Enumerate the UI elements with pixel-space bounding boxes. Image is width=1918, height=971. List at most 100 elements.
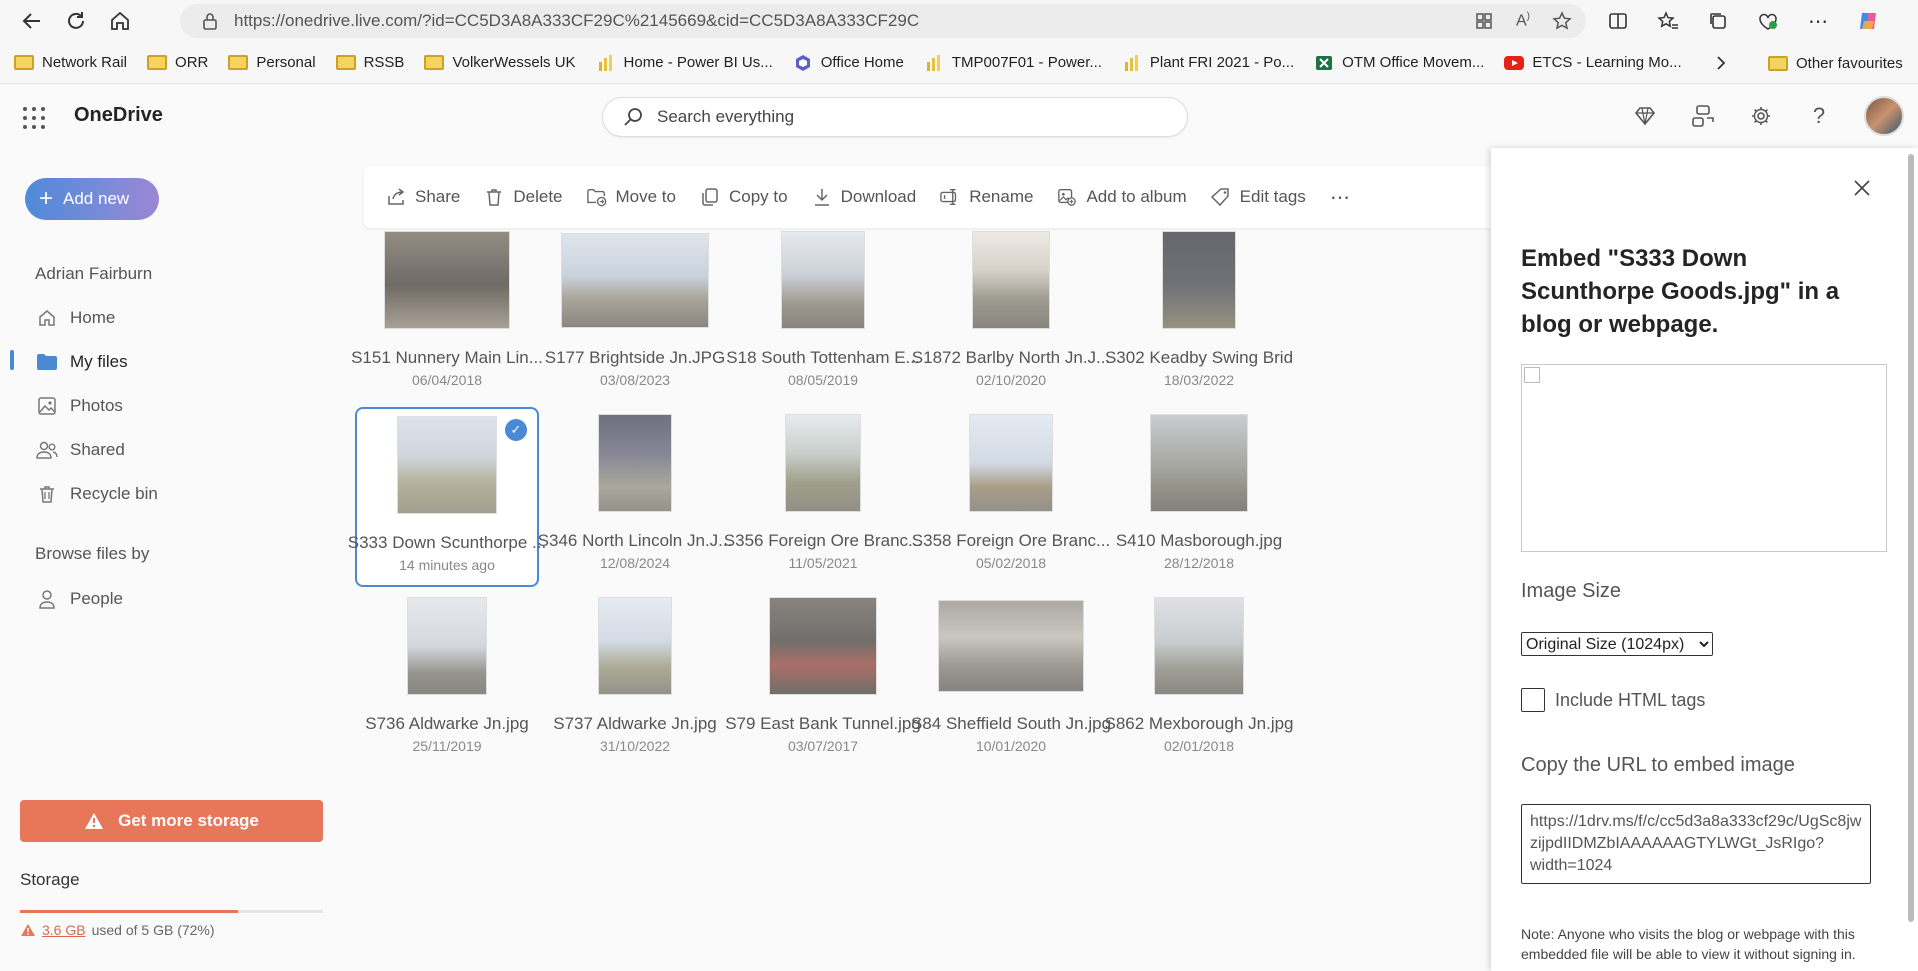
file-tile[interactable]: S302 Keadby Swing Brid 18/03/2022 <box>1105 224 1293 404</box>
favourite-item[interactable]: Office Home <box>793 54 904 72</box>
browser-essentials-icon[interactable] <box>1750 3 1786 39</box>
get-more-storage-button[interactable]: Get more storage <box>20 800 323 842</box>
delete-button[interactable]: Delete <box>484 187 563 207</box>
favourite-item[interactable]: Network Rail <box>14 54 127 72</box>
file-name[interactable]: S346 North Lincoln Jn.J... <box>538 531 733 551</box>
split-screen-icon[interactable] <box>1600 3 1636 39</box>
file-tile[interactable]: S410 Masborough.jpg 28/12/2018 <box>1107 407 1291 587</box>
file-thumbnail[interactable] <box>407 597 487 695</box>
other-favourites[interactable]: Other favourites <box>1768 42 1903 84</box>
collections-icon[interactable] <box>1700 3 1736 39</box>
file-tile[interactable]: S18 South Tottenham E... 08/05/2019 <box>726 224 920 404</box>
file-name[interactable]: S333 Down Scunthorpe ... <box>348 533 546 553</box>
app-launcher-icon[interactable] <box>22 106 46 130</box>
file-tile[interactable]: S862 Mexborough Jn.jpg 02/01/2018 <box>1104 590 1294 770</box>
nav-item-my-files[interactable]: My files <box>36 347 128 377</box>
share-button[interactable]: Share <box>386 187 460 207</box>
file-name[interactable]: S151 Nunnery Main Lin... <box>351 348 543 368</box>
file-thumbnail[interactable] <box>781 231 865 329</box>
file-tile[interactable]: S358 Foreign Ore Branc... 05/02/2018 <box>912 407 1110 587</box>
favourite-item[interactable]: TMP007F01 - Power... <box>924 54 1102 72</box>
download-button[interactable]: Download <box>812 187 916 207</box>
chevron-right-icon[interactable] <box>1714 42 1728 84</box>
favourite-item[interactable]: ETCS - Learning Mo... <box>1504 54 1682 72</box>
file-thumbnail[interactable] <box>598 414 672 512</box>
file-name[interactable]: S79 East Bank Tunnel.jpg <box>725 714 921 734</box>
more-commands-icon[interactable]: ⋯ <box>1330 185 1351 210</box>
file-tile[interactable]: S84 Sheffield South Jn.jpg 10/01/2020 <box>911 590 1111 770</box>
file-tile[interactable]: S737 Aldwarke Jn.jpg 31/10/2022 <box>543 590 727 770</box>
favourite-item[interactable]: RSSB <box>335 54 404 72</box>
activity-icon[interactable] <box>1688 101 1718 131</box>
file-name[interactable]: S302 Keadby Swing Brid <box>1105 348 1293 368</box>
address-bar[interactable]: https://onedrive.live.com/?id=CC5D3A8A33… <box>180 4 1586 38</box>
favourite-item[interactable]: VolkerWessels UK <box>424 54 576 72</box>
file-name[interactable]: S356 Foreign Ore Branc... <box>724 531 922 551</box>
file-tile[interactable]: S356 Foreign Ore Branc... 11/05/2021 <box>724 407 922 587</box>
include-html-tags[interactable]: Include HTML tags <box>1521 688 1705 712</box>
file-name[interactable]: S18 South Tottenham E... <box>726 348 919 368</box>
avatar[interactable] <box>1864 96 1904 136</box>
file-thumbnail[interactable] <box>561 232 709 328</box>
file-name[interactable]: S736 Aldwarke Jn.jpg <box>365 714 529 734</box>
close-icon[interactable] <box>1848 174 1876 202</box>
favourite-item[interactable]: Plant FRI 2021 - Po... <box>1122 54 1294 72</box>
premium-diamond-icon[interactable] <box>1630 101 1660 131</box>
file-thumbnail[interactable] <box>938 600 1084 692</box>
nav-item-people[interactable]: People <box>36 584 123 614</box>
rename-button[interactable]: Rename <box>940 187 1033 207</box>
file-thumbnail[interactable] <box>598 597 672 695</box>
file-name[interactable]: S84 Sheffield South Jn.jpg <box>911 714 1111 734</box>
search-box[interactable] <box>602 97 1188 137</box>
search-input[interactable] <box>657 107 1137 127</box>
file-tile[interactable]: S1872 Barlby North Jn.J... 02/10/2020 <box>912 224 1110 404</box>
nav-item-home[interactable]: Home <box>36 303 115 333</box>
file-tile[interactable]: S333 Down Scunthorpe ... 14 minutes ago ✓ <box>348 407 546 587</box>
read-aloud-icon[interactable]: A) <box>1516 11 1530 30</box>
file-thumbnail[interactable] <box>397 416 497 514</box>
add-to-album-button[interactable]: Add to album <box>1057 187 1187 207</box>
back-button[interactable] <box>10 0 54 42</box>
file-thumbnail[interactable] <box>969 414 1053 512</box>
storage-used-link[interactable]: 3.6 GB <box>42 922 86 938</box>
home-button[interactable] <box>98 0 142 42</box>
favourite-item[interactable]: Personal <box>228 54 316 72</box>
file-tile[interactable]: S346 North Lincoln Jn.J... 12/08/2024 <box>538 407 732 587</box>
help-icon[interactable]: ? <box>1804 101 1834 131</box>
copilot-icon[interactable] <box>1850 3 1886 39</box>
nav-item-shared[interactable]: Shared <box>36 435 125 465</box>
favourites-icon[interactable] <box>1650 3 1686 39</box>
edit-tags-button[interactable]: Edit tags <box>1210 187 1306 207</box>
include-html-checkbox[interactable] <box>1521 688 1545 712</box>
star-icon[interactable] <box>1552 11 1572 31</box>
file-tile[interactable]: S736 Aldwarke Jn.jpg 25/11/2019 <box>355 590 539 770</box>
favourite-item[interactable]: ORR <box>147 54 208 72</box>
selected-check-icon[interactable]: ✓ <box>505 419 527 441</box>
apps-icon[interactable] <box>1474 11 1494 31</box>
copy-to-button[interactable]: Copy to <box>700 187 788 207</box>
file-thumbnail[interactable] <box>1162 231 1236 329</box>
panel-scrollbar[interactable] <box>1908 154 1914 922</box>
add-new-button[interactable]: + Add new <box>25 178 159 220</box>
image-size-select[interactable]: Original Size (1024px) <box>1521 632 1713 656</box>
file-name[interactable]: S410 Masborough.jpg <box>1116 531 1282 551</box>
embed-url-field[interactable] <box>1521 804 1871 884</box>
favourite-item[interactable]: OTM Office Movem... <box>1314 54 1484 72</box>
refresh-button[interactable] <box>54 0 98 42</box>
nav-item-recycle-bin[interactable]: Recycle bin <box>36 479 158 509</box>
more-options-icon[interactable]: ⋯ <box>1800 3 1836 39</box>
file-thumbnail[interactable] <box>1150 414 1248 512</box>
file-name[interactable]: S737 Aldwarke Jn.jpg <box>553 714 717 734</box>
move-to-button[interactable]: Move to <box>586 187 676 207</box>
file-name[interactable]: S862 Mexborough Jn.jpg <box>1104 714 1293 734</box>
file-name[interactable]: S177 Brightside Jn.JPG <box>545 348 725 368</box>
file-thumbnail[interactable] <box>1154 597 1244 695</box>
file-name[interactable]: S358 Foreign Ore Branc... <box>912 531 1110 551</box>
file-tile[interactable]: S151 Nunnery Main Lin... 06/04/2018 <box>351 224 543 404</box>
app-name[interactable]: OneDrive <box>74 104 163 127</box>
file-tile[interactable]: S177 Brightside Jn.JPG 03/08/2023 <box>543 224 727 404</box>
file-thumbnail[interactable] <box>785 414 861 512</box>
gear-icon[interactable] <box>1746 101 1776 131</box>
nav-item-photos[interactable]: Photos <box>36 391 123 421</box>
file-thumbnail[interactable] <box>384 231 510 329</box>
